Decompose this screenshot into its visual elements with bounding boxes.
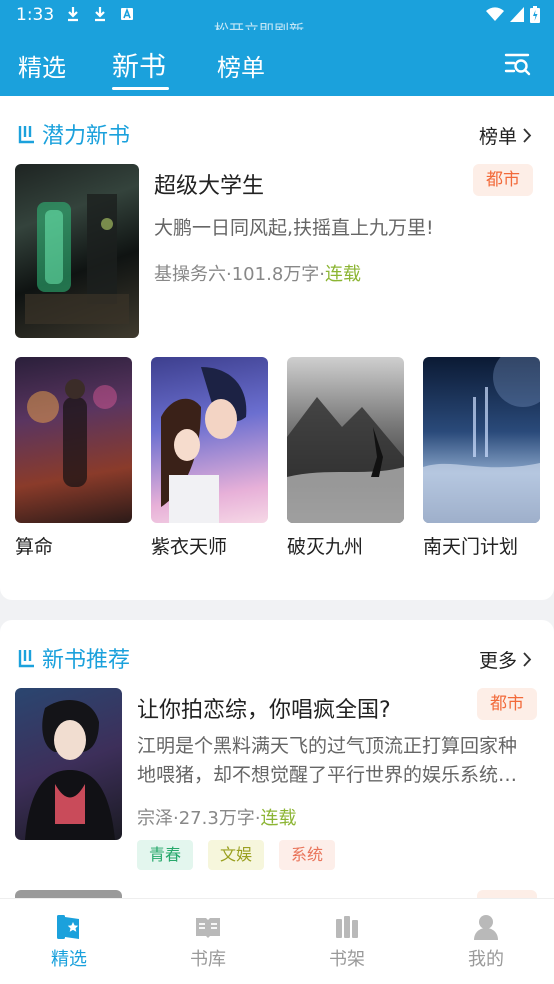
nav-item-library[interactable]: 书库 <box>168 913 248 971</box>
tab-active-indicator <box>112 87 169 90</box>
nav-label: 书架 <box>329 949 365 970</box>
nav-label: 精选 <box>51 949 87 970</box>
potential-new-books-section: 潜力新书 榜单 超级大学生 都市 大鹏一日同风起,扶摇直上九万里! 基操务六·1… <box>0 96 554 600</box>
nav-item-featured[interactable]: 精选 <box>29 913 109 971</box>
notification-a-icon <box>121 7 133 20</box>
book-cover[interactable] <box>15 164 139 338</box>
category-tag: 都市 <box>477 688 537 720</box>
cover-art <box>27 379 117 487</box>
search-list-icon[interactable] <box>504 52 532 76</box>
download-icon <box>95 7 105 22</box>
genre-tag[interactable]: 文娱 <box>208 840 265 870</box>
section-title-text: 潜力新书 <box>42 124 131 149</box>
bookshelf-icon <box>336 916 358 938</box>
cover-art <box>161 367 247 523</box>
nav-item-profile[interactable]: 我的 <box>446 913 526 971</box>
section-mark-icon <box>18 126 34 144</box>
wifi-icon <box>486 7 504 22</box>
status-time: 1:33 <box>16 5 55 25</box>
book-title[interactable]: 南天门计划 <box>423 532 518 559</box>
download-icon <box>68 7 78 22</box>
section-title-text: 新书推荐 <box>42 648 131 673</box>
battery-icon <box>530 6 540 23</box>
book-title[interactable]: 破灭九州 <box>287 532 363 559</box>
pull-refresh-hint: 松开立即刷新 <box>214 21 305 30</box>
book-author: 基操务六 <box>154 264 226 285</box>
book-word-count: 27.3万字 <box>178 808 255 829</box>
book-title[interactable]: 超级大学生 <box>154 168 264 200</box>
section-title: 新书推荐 <box>18 642 130 674</box>
rankings-link-label: 榜单 <box>478 126 517 148</box>
book-description: 江明是个黑料满天飞的过气顶流正打算回家种地喂猪，却不想觉醒了平行世界的娱乐系统… <box>137 735 518 786</box>
book-cover[interactable] <box>287 357 404 523</box>
nav-label: 我的 <box>468 949 504 970</box>
nav-label: 书库 <box>190 949 226 970</box>
app-header: 1:33 松开立即刷新 精选 新书 榜单 <box>0 0 554 96</box>
chevron-right-icon <box>523 652 532 667</box>
new-book-recommend-section: 新书推荐 更多 让你拍恋综，你唱疯全国? 都市 江明是个黑料满天飞的过气顶流正打… <box>0 620 554 900</box>
tab-rankings[interactable]: 榜单 <box>217 48 265 83</box>
book-meta: 基操务六·101.8万字·连载 <box>154 264 361 285</box>
book-cover[interactable] <box>151 357 268 523</box>
book-word-count: 101.8万字 <box>231 264 320 285</box>
signal-icon <box>510 7 524 22</box>
book-title[interactable]: 让你拍恋综，你唱疯全国? <box>137 692 391 724</box>
book-description: 大鹏一日同风起,扶摇直上九万里! <box>154 217 434 239</box>
nav-item-bookshelf[interactable]: 书架 <box>307 913 387 971</box>
cover-art <box>25 194 129 324</box>
section-title: 潜力新书 <box>18 118 130 150</box>
book-cover[interactable] <box>15 357 132 523</box>
rankings-link[interactable]: 榜单 <box>479 122 532 149</box>
genre-tag[interactable]: 青春 <box>137 840 194 870</box>
book-status: 连载 <box>325 264 361 285</box>
more-link[interactable]: 更多 <box>479 646 532 673</box>
cover-art <box>287 397 404 523</box>
star-book-icon <box>57 915 79 939</box>
book-author: 宗泽 <box>137 808 173 829</box>
cover-art <box>25 699 115 840</box>
more-link-label: 更多 <box>478 650 517 672</box>
book-title[interactable]: 紫衣天师 <box>151 532 227 559</box>
book-meta: 宗泽·27.3万字·连载 <box>137 808 297 829</box>
status-icons <box>486 6 540 23</box>
status-bar: 1:33 松开立即刷新 <box>0 0 554 30</box>
bottom-navigation: 精选 书库 书架 我的 <box>0 898 554 984</box>
tab-new-books[interactable]: 新书 <box>112 45 166 84</box>
section-mark-icon <box>18 650 34 668</box>
book-cover[interactable] <box>423 357 540 523</box>
tab-selected[interactable]: 精选 <box>18 48 66 83</box>
book-cover[interactable] <box>15 688 122 840</box>
chevron-right-icon <box>523 128 532 143</box>
category-tag: 都市 <box>473 164 533 196</box>
profile-icon <box>474 915 498 940</box>
library-icon <box>196 918 220 938</box>
genre-tag[interactable]: 系统 <box>279 840 336 870</box>
book-title[interactable]: 算命 <box>15 532 53 559</box>
cover-art <box>423 357 540 523</box>
book-status: 连载 <box>260 808 297 829</box>
